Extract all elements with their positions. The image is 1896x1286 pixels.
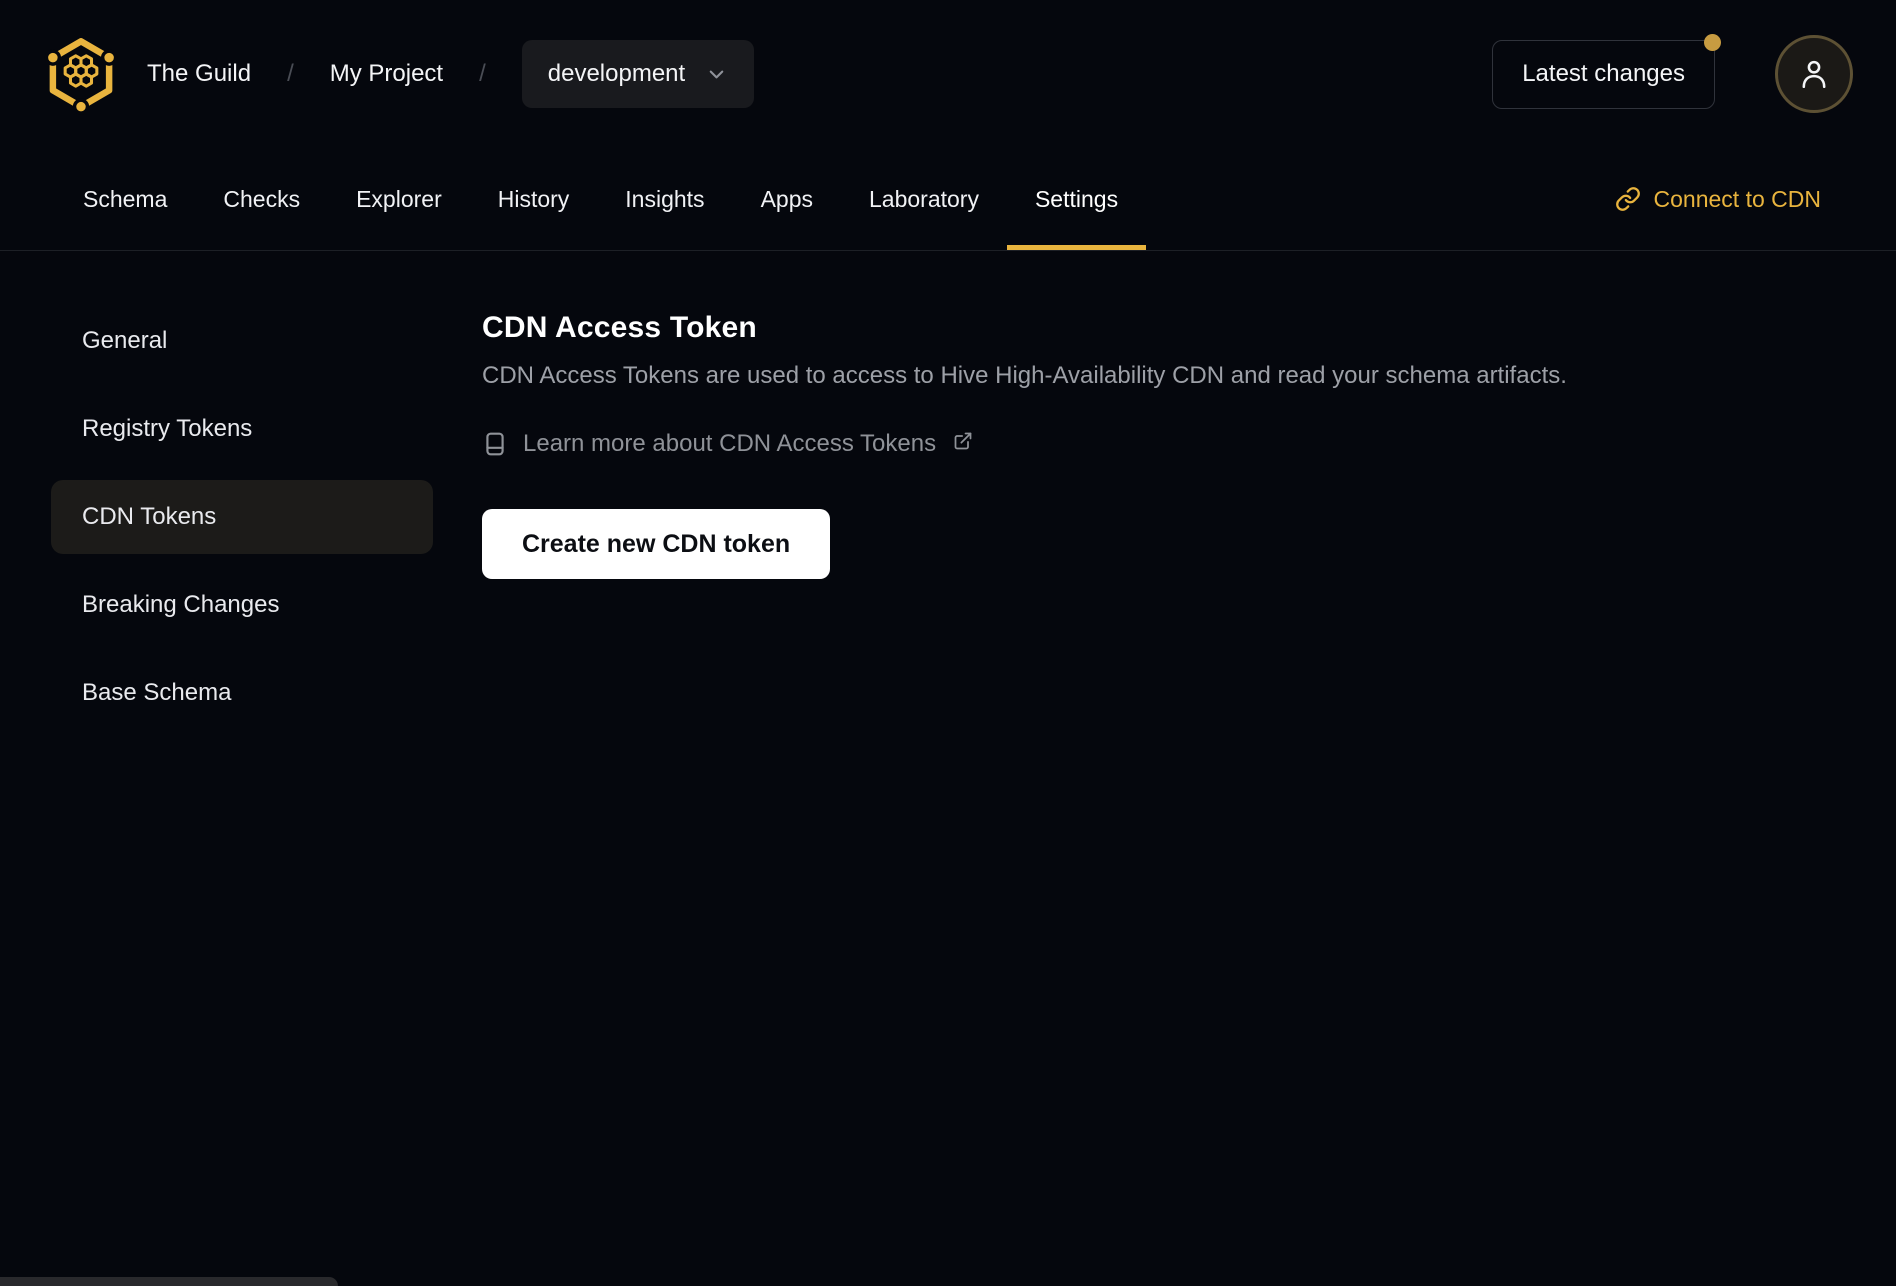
notification-dot [1704, 33, 1721, 51]
breadcrumb-project[interactable]: My Project [330, 60, 443, 88]
target-selector-value: development [547, 60, 686, 87]
user-icon [1796, 56, 1832, 92]
project-nav: Schema Checks Explorer History Insights … [0, 148, 1896, 251]
sidebar-item-cdn-tokens[interactable]: CDN Tokens [51, 480, 433, 554]
hive-logo-icon[interactable] [43, 32, 119, 116]
user-avatar[interactable] [1775, 35, 1853, 113]
external-link-icon [953, 431, 973, 451]
sidebar-item-breaking-changes[interactable]: Breaking Changes [51, 568, 433, 642]
breadcrumb-separator: / [287, 60, 294, 87]
learn-more-label: Learn more about CDN Access Tokens [523, 430, 937, 457]
settings-content: General Registry Tokens CDN Tokens Break… [0, 251, 1896, 730]
learn-more-row: Learn more about CDN Access Tokens [482, 430, 1836, 463]
tab-checks[interactable]: Checks [195, 148, 328, 250]
tab-settings[interactable]: Settings [1006, 148, 1147, 250]
sidebar-item-general[interactable]: General [51, 304, 433, 378]
header-left: The Guild / My Project / development [43, 32, 755, 116]
cdn-tokens-panel: CDN Access Token CDN Access Tokens are u… [433, 251, 1896, 579]
learn-more-link[interactable]: Learn more about CDN Access Tokens [482, 430, 973, 458]
book-icon [482, 430, 508, 458]
page-description: CDN Access Tokens are used to access to … [482, 362, 1567, 389]
sidebar-item-registry-tokens[interactable]: Registry Tokens [51, 392, 433, 466]
chevron-down-icon [705, 63, 728, 86]
settings-sidebar: General Registry Tokens CDN Tokens Break… [51, 304, 433, 730]
sidebar-item-base-schema[interactable]: Base Schema [51, 656, 433, 730]
header-right: Latest changes [1492, 33, 1853, 113]
tab-apps[interactable]: Apps [733, 148, 841, 250]
create-cdn-token-button[interactable]: Create new CDN token [482, 509, 831, 579]
tab-history[interactable]: History [470, 148, 598, 250]
connect-to-cdn-link[interactable]: Connect to CDN [1615, 148, 1821, 250]
project-tabs: Schema Checks Explorer History Insights … [55, 148, 1147, 250]
latest-changes-button[interactable]: Latest changes [1492, 33, 1721, 109]
breadcrumb-separator: / [479, 60, 486, 87]
app-header: The Guild / My Project / development Lat… [0, 0, 1896, 148]
target-selector-dropdown[interactable]: development [521, 40, 755, 108]
bottom-edge-bar [0, 1277, 338, 1286]
tab-schema[interactable]: Schema [55, 148, 195, 250]
tab-insights[interactable]: Insights [597, 148, 732, 250]
latest-changes-label: Latest changes [1522, 60, 1685, 87]
breadcrumb-organization[interactable]: The Guild [147, 60, 251, 88]
breadcrumb: The Guild / My Project / development [147, 40, 755, 108]
tab-laboratory[interactable]: Laboratory [841, 148, 1007, 250]
connect-to-cdn-label: Connect to CDN [1653, 185, 1821, 212]
tab-explorer[interactable]: Explorer [328, 148, 470, 250]
hive-app: The Guild / My Project / development Lat… [0, 0, 1896, 1286]
link-icon [1615, 186, 1641, 212]
page-title: CDN Access Token [482, 311, 757, 344]
